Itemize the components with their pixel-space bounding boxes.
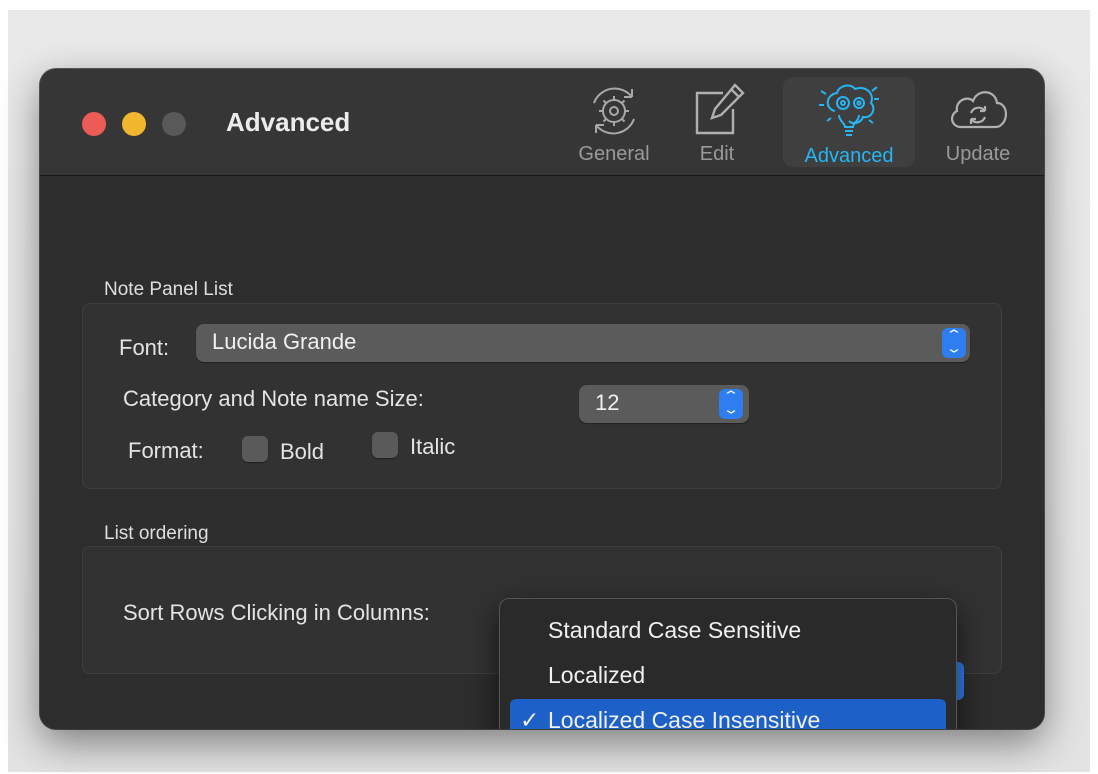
size-popup[interactable]: 12 ⌃ ⌃ — [579, 385, 749, 423]
section-title-list-ordering: List ordering — [104, 523, 209, 544]
pencil-square-icon — [695, 83, 745, 135]
toolbar-label-advanced: Advanced — [804, 145, 894, 167]
format-label: Format: — [128, 438, 204, 463]
font-popup[interactable]: Lucida Grande ⌃ ⌃ — [196, 324, 970, 362]
size-value: 12 — [595, 390, 620, 415]
menu-item-label: Localized Case Insensitive — [548, 707, 821, 729]
size-popup-chevron-icon: ⌃ ⌃ — [719, 389, 743, 419]
toolbar-tab-edit[interactable]: Edit — [672, 77, 762, 167]
preferences-window: Advanced General Edit Advanced Update No… — [40, 69, 1044, 729]
bold-label: Bold — [280, 439, 325, 464]
menu-item-label: Localized — [548, 662, 646, 688]
window-titlebar: Advanced General Edit Advanced Update — [40, 69, 1044, 176]
window-title: Advanced — [226, 107, 351, 137]
zoom-button[interactable] — [162, 112, 186, 136]
preferences-content: Note Panel List Font: Lucida Grande ⌃ ⌃ C… — [40, 176, 1044, 729]
toolbar-label-general: General — [578, 143, 650, 165]
italic-checkbox[interactable] — [372, 432, 398, 458]
brain-gears-bulb-icon — [819, 84, 879, 136]
checkmark-icon: ✓ — [520, 707, 540, 729]
font-popup-chevron-icon: ⌃ ⌃ — [942, 328, 966, 358]
size-label: Category and Note name Size: — [123, 386, 424, 411]
gear-cycle-icon — [593, 87, 635, 135]
close-button[interactable] — [82, 112, 106, 136]
italic-label: Italic — [410, 434, 456, 459]
toolbar-tab-advanced[interactable]: Advanced — [783, 77, 915, 167]
font-value: Lucida Grande — [212, 329, 357, 354]
menu-item-localized[interactable]: Localized — [510, 654, 946, 696]
bold-checkbox[interactable] — [242, 436, 268, 462]
toolbar-tab-update[interactable]: Update — [924, 77, 1032, 167]
section-title-note-panel: Note Panel List — [104, 279, 233, 300]
sort-label: Sort Rows Clicking in Columns: — [123, 600, 430, 625]
menu-item-standard-case-sensitive[interactable]: Standard Case Sensitive — [510, 609, 946, 651]
note-panel-box: Font: Lucida Grande ⌃ ⌃ Category and Note… — [82, 303, 1002, 489]
toolbar-label-edit: Edit — [699, 143, 735, 165]
font-label: Font: — [119, 335, 170, 360]
toolbar-label-update: Update — [945, 143, 1011, 165]
menu-item-localized-case-insensitive[interactable]: ✓ Localized Case Insensitive — [510, 699, 946, 729]
sort-dropdown-menu: Standard Case Sensitive Localized ✓ Loca… — [499, 598, 957, 729]
minimize-button[interactable] — [122, 112, 146, 136]
cloud-refresh-icon — [951, 91, 1007, 129]
menu-item-label: Standard Case Sensitive — [548, 617, 802, 643]
toolbar-tab-general[interactable]: General — [566, 77, 662, 167]
